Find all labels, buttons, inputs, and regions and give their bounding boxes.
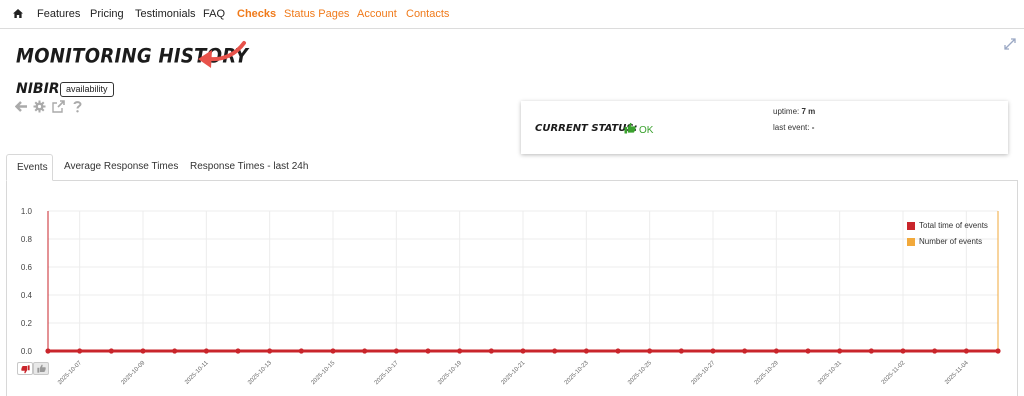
y-tick-label: 0.4	[21, 291, 33, 300]
x-tick-label: 2025-10-25	[627, 360, 653, 386]
x-tick-label: 2025-10-21	[500, 360, 526, 386]
data-point	[203, 348, 209, 354]
data-point	[805, 348, 811, 354]
data-point	[615, 348, 621, 354]
data-point	[552, 348, 558, 354]
data-point	[393, 348, 399, 354]
events-chart: 0.0 0.2 0.4 0.6 0.8 1.0 2025-10-07 2025-10-09 20…	[21, 207, 1001, 386]
y-tick-label: 0.0	[21, 347, 33, 356]
data-point	[647, 348, 653, 354]
x-tick-label: 2025-10-17	[374, 360, 400, 386]
x-tick-label: 2025-10-15	[310, 360, 336, 386]
thumbs-down-button[interactable]	[17, 362, 33, 375]
data-point	[773, 348, 779, 354]
data-point	[172, 348, 178, 354]
data-point	[995, 348, 1001, 354]
data-point	[520, 348, 526, 354]
data-point	[108, 348, 114, 354]
thumbs-up-button[interactable]	[33, 362, 49, 375]
x-tick-label: 2025-10-27	[690, 360, 716, 386]
data-point	[932, 348, 938, 354]
data-point	[583, 348, 589, 354]
y-tick-label: 0.6	[21, 263, 33, 272]
legend-swatch-number-of-events	[907, 238, 915, 246]
data-point	[742, 348, 748, 354]
thumbs-up-icon	[37, 364, 46, 373]
data-point	[710, 348, 716, 354]
event-filter-buttons	[17, 362, 49, 375]
data-point	[330, 348, 336, 354]
data-point	[837, 348, 843, 354]
legend-label-total-time: Total time of events	[919, 221, 988, 230]
data-point	[235, 348, 241, 354]
data-point	[45, 348, 51, 354]
data-point	[488, 348, 494, 354]
data-point	[77, 348, 83, 354]
data-point	[963, 348, 969, 354]
x-tick-label: 2025-10-11	[184, 360, 210, 386]
y-tick-label: 0.8	[21, 235, 33, 244]
thumbs-down-icon	[21, 365, 30, 374]
data-point	[678, 348, 684, 354]
y-tick-label: 0.2	[21, 319, 33, 328]
legend-label-number-of-events: Number of events	[919, 237, 983, 246]
x-tick-label: 2025-10-13	[247, 360, 273, 386]
data-point	[457, 348, 463, 354]
data-point	[298, 348, 304, 354]
legend-item-total-time[interactable]: Total time of events	[907, 221, 988, 237]
data-point	[868, 348, 874, 354]
legend-swatch-total-time	[907, 222, 915, 230]
y-tick-label: 1.0	[21, 207, 33, 216]
chart-legend: Total time of events Number of events	[907, 221, 988, 253]
x-tick-label: 2025-11-04	[944, 360, 970, 386]
x-tick-label: 2025-10-19	[437, 360, 463, 386]
x-tick-label: 2025-10-29	[754, 360, 780, 386]
x-tick-label: 2025-10-09	[120, 360, 146, 386]
data-point	[362, 348, 368, 354]
x-tick-label: 2025-10-07	[57, 360, 83, 386]
data-point	[267, 348, 273, 354]
x-tick-label: 2025-11-02	[881, 360, 907, 386]
legend-item-number-of-events[interactable]: Number of events	[907, 237, 988, 253]
data-point	[425, 348, 431, 354]
data-point	[140, 348, 146, 354]
data-point	[900, 348, 906, 354]
x-tick-label: 2025-10-23	[564, 360, 590, 386]
x-tick-label: 2025-10-31	[817, 360, 843, 386]
